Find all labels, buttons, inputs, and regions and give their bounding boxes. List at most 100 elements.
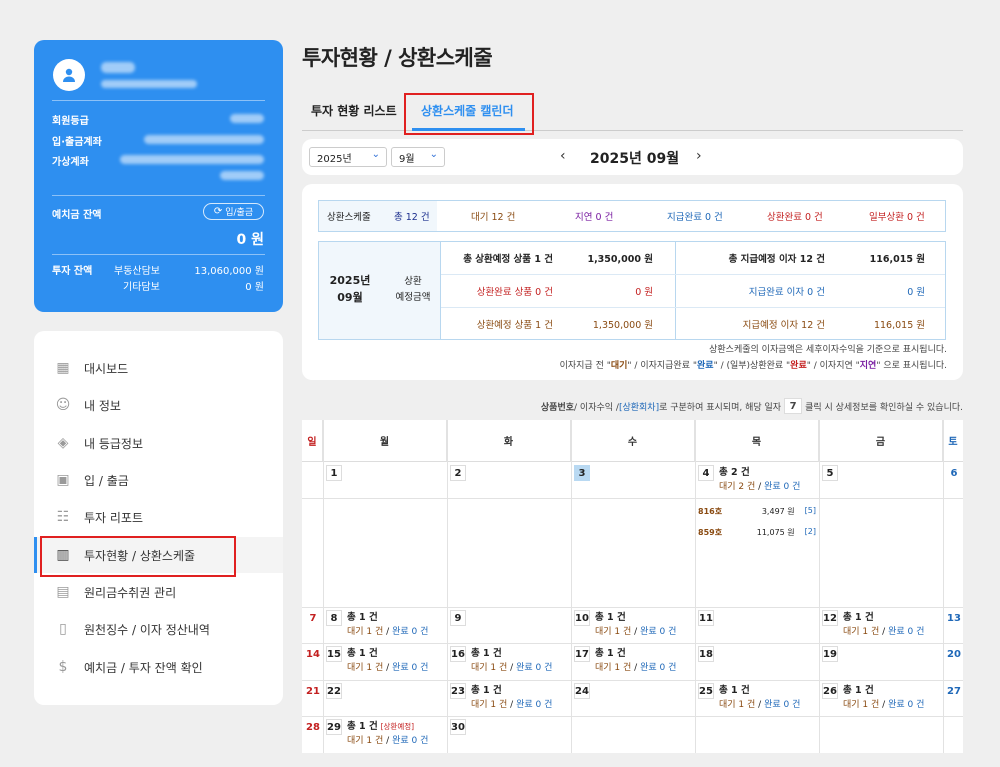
day-waiting: 대기 1 건: [471, 663, 508, 673]
other-value: 0 원: [245, 282, 264, 293]
weekday-sat: 토: [943, 420, 963, 462]
day-detail-row[interactable]: 859호 11,075 원 [2]: [698, 527, 816, 538]
year-select[interactable]: 2025년 ⌄: [309, 147, 387, 167]
day-summary[interactable]: 총 1 건 대기 1 건 / 완료 0 건: [843, 611, 924, 639]
status-summary-label: 상환스케줄: [327, 212, 371, 223]
repaid-product-value: 0 원: [635, 287, 653, 298]
day-summary[interactable]: 총 1 건 대기 1 건 / 완료 0 건: [471, 647, 552, 675]
day-summary[interactable]: 총 1 건 대기 1 건 / 완료 0 건: [843, 684, 924, 712]
day-cell-7[interactable]: 7: [305, 610, 321, 626]
day-done: 완료 0 건: [888, 700, 925, 710]
day-cell-23[interactable]: 23: [450, 683, 466, 699]
calendar-month-title: 2025년 09월: [590, 151, 680, 167]
month-select[interactable]: 9월 ⌄: [391, 147, 445, 167]
weekday-sun: 일: [302, 420, 323, 462]
page-title: 투자현황 / 상환스케줄: [302, 46, 493, 70]
repay-scheduled-tag: [상환예정]: [380, 722, 415, 731]
hint-text: / 이자수익 /: [574, 402, 619, 413]
note-text: " / (일부)상환완료 ": [713, 361, 791, 371]
day-summary[interactable]: 총 1 건 대기 1 건 / 완료 0 건: [595, 647, 676, 675]
day-cell-8[interactable]: 8: [326, 610, 342, 626]
menu-item-grade[interactable]: ◈ 내 등급정보: [34, 425, 283, 461]
total-repay-value: 1,350,000 원: [587, 254, 653, 265]
menu-item-tax[interactable]: ▯ 원천징수 / 이자 정산내역: [34, 611, 283, 647]
day-cell-4[interactable]: 4: [698, 465, 714, 481]
day-cell-13[interactable]: 13: [946, 610, 962, 626]
menu-item-my-info[interactable]: ☺ 내 정보: [34, 387, 283, 423]
day-cell-12[interactable]: 12: [822, 610, 838, 626]
menu-label: 대시보드: [84, 361, 129, 376]
day-cell-1[interactable]: 1: [326, 465, 342, 481]
highlight-box-tab: [404, 93, 534, 135]
paid-count: 지급완료 0 건: [667, 212, 723, 223]
note-text: " / 이자지급완료 ": [627, 361, 697, 371]
day-cell-10[interactable]: 10: [574, 610, 590, 626]
day-detail-row[interactable]: 816호 3,497 원 [5]: [698, 506, 816, 517]
day-cell-18[interactable]: 18: [698, 646, 714, 662]
detail-amount: 11,075 원: [756, 528, 795, 537]
prev-month-button[interactable]: ‹: [560, 148, 566, 164]
refresh-icon: ⟳: [213, 206, 223, 217]
day-done: 완료 0 건: [392, 663, 429, 673]
note-text: 이자지급 전 ": [559, 361, 611, 371]
tab-investment-list[interactable]: 투자 현황 리스트: [311, 102, 397, 119]
day-cell-30[interactable]: 30: [450, 719, 466, 735]
menu-item-deposit[interactable]: ▣ 입 / 출금: [34, 462, 283, 498]
day-cell-14[interactable]: 14: [305, 646, 321, 662]
day-cell-3[interactable]: 3: [574, 465, 590, 481]
next-month-button[interactable]: ›: [696, 148, 702, 164]
deposit-withdraw-button[interactable]: ⟳ 입/출금: [203, 203, 264, 220]
menu-item-claims[interactable]: ▤ 원리금수취권 관리: [34, 574, 283, 610]
day-summary[interactable]: 총 1 건 [상환예정] 대기 1 건 / 완료 0 건: [347, 720, 428, 748]
day-done: 완료 0 건: [764, 700, 801, 710]
total-repay-label: 총 상환예정 상품 1 건: [463, 254, 553, 265]
day-waiting: 대기 1 건: [843, 700, 880, 710]
delayed-count: 지연 0 건: [575, 212, 614, 223]
menu-label: 원천징수 / 이자 정산내역: [84, 622, 210, 637]
day-cell-24[interactable]: 24: [574, 683, 590, 699]
day-total: 총 1 건: [843, 612, 874, 623]
day-cell-17[interactable]: 17: [574, 646, 590, 662]
detail-product-id: 816호: [698, 507, 723, 516]
note-text: " 으로 표시됩니다.: [876, 361, 947, 371]
day-cell-2[interactable]: 2: [450, 465, 466, 481]
dashboard-icon: ▦: [56, 360, 70, 376]
day-cell-26[interactable]: 26: [822, 683, 838, 699]
day-cell-20[interactable]: 20: [946, 646, 962, 662]
weekday-mon: 월: [323, 420, 447, 462]
day-cell-5[interactable]: 5: [822, 465, 838, 481]
day-cell-29[interactable]: 29: [326, 719, 342, 735]
day-cell-22[interactable]: 22: [326, 683, 342, 699]
day-done: 완료 0 건: [764, 482, 801, 492]
day-summary[interactable]: 총 2 건 대기 2 건 / 완료 0 건: [719, 466, 800, 494]
day-cell-19[interactable]: 19: [822, 646, 838, 662]
day-cell-15[interactable]: 15: [326, 646, 342, 662]
day-cell-11[interactable]: 11: [698, 610, 714, 626]
day-summary[interactable]: 총 1 건 대기 1 건 / 완료 0 건: [347, 647, 428, 675]
day-cell-25[interactable]: 25: [698, 683, 714, 699]
day-summary[interactable]: 총 1 건 대기 1 건 / 완료 0 건: [595, 611, 676, 639]
day-summary[interactable]: 총 1 건 대기 1 건 / 완료 0 건: [719, 684, 800, 712]
day-cell-9[interactable]: 9: [450, 610, 466, 626]
year-value: 2025년: [317, 153, 352, 165]
day-cell-27[interactable]: 27: [946, 683, 962, 699]
day-summary[interactable]: 총 1 건 대기 1 건 / 완료 0 건: [471, 684, 552, 712]
day-total: 총 1 건: [595, 612, 626, 623]
day-done: 완료 0 건: [392, 627, 429, 637]
day-total: 총 1 건: [347, 612, 378, 623]
monthly-summary-type: 상환 예정금액: [395, 276, 431, 303]
day-cell-28[interactable]: 28: [305, 719, 321, 735]
menu-item-report[interactable]: ☷ 투자 리포트: [34, 499, 283, 535]
day-cell-21[interactable]: 21: [305, 683, 321, 699]
menu-item-balance[interactable]: $ 예치금 / 투자 잔액 확인: [34, 649, 283, 685]
day-waiting: 대기 1 건: [471, 700, 508, 710]
day-waiting: 대기 1 건: [843, 627, 880, 637]
virtual-account-label: 가상계좌: [52, 157, 89, 168]
day-summary[interactable]: 총 1 건 대기 1 건 / 완료 0 건: [347, 611, 428, 639]
grade-icon: ◈: [57, 435, 69, 451]
day-cell-6[interactable]: 6: [946, 465, 962, 481]
paid-interest-label: 지급완료 이자 0 건: [748, 287, 825, 298]
hint-bracket: [상환회차]: [618, 402, 660, 413]
day-cell-16[interactable]: 16: [450, 646, 466, 662]
menu-item-dashboard[interactable]: ▦ 대시보드: [34, 350, 283, 386]
